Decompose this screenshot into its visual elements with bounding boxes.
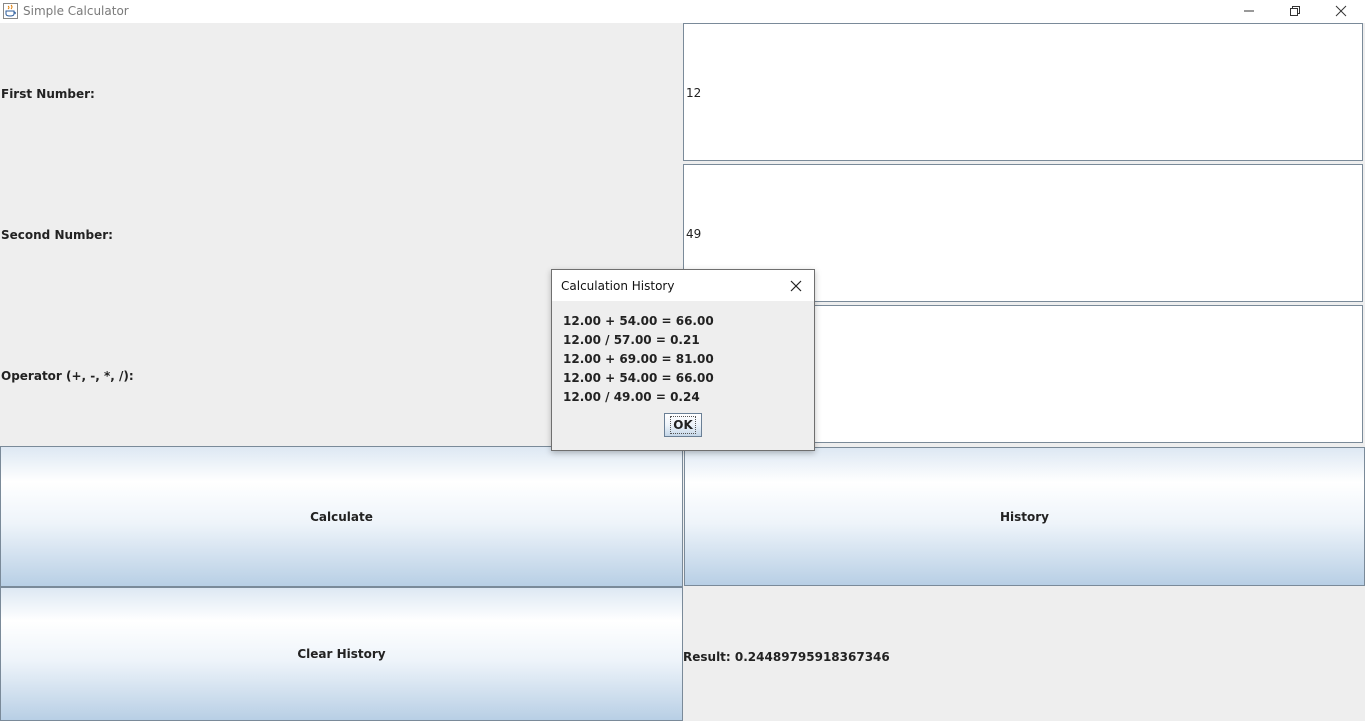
second-number-label: Second Number:: [1, 228, 113, 242]
history-entry: 12.00 / 57.00 = 0.21: [563, 333, 700, 347]
minimize-button[interactable]: [1226, 0, 1272, 23]
dialog-close-button[interactable]: [788, 278, 804, 294]
close-icon: [1335, 2, 1347, 21]
restore-icon: [1289, 2, 1301, 21]
history-list: 12.00 + 54.00 = 66.00 12.00 / 57.00 = 0.…: [563, 312, 714, 407]
ok-button-label: OK: [670, 416, 696, 434]
java-cup-icon: [3, 3, 18, 19]
clear-history-button[interactable]: Clear History: [0, 587, 683, 721]
calculate-button[interactable]: Calculate: [0, 446, 683, 587]
ok-button[interactable]: OK: [664, 413, 702, 437]
history-entry: 12.00 + 54.00 = 66.00: [563, 314, 714, 328]
dialog-title-bar: Calculation History: [552, 270, 814, 301]
history-entry: 12.00 / 49.00 = 0.24: [563, 390, 700, 404]
restore-button[interactable]: [1272, 0, 1318, 23]
history-entry: 12.00 + 54.00 = 66.00: [563, 371, 714, 385]
second-number-value: 49: [686, 227, 702, 241]
first-number-value: 12: [686, 86, 702, 100]
calculator-window: Simple Calculator First Number: 12 Secon…: [0, 0, 1365, 721]
first-number-field[interactable]: 12: [683, 23, 1363, 161]
minimize-icon: [1243, 2, 1255, 21]
dialog-title: Calculation History: [561, 279, 675, 293]
operator-label: Operator (+, -, *, /):: [1, 369, 134, 383]
close-button[interactable]: [1318, 0, 1364, 23]
title-bar: Simple Calculator: [0, 0, 1365, 23]
history-button[interactable]: History: [684, 447, 1365, 586]
result-label: Result: 0.24489795918367346: [683, 650, 890, 664]
history-entry: 12.00 + 69.00 = 81.00: [563, 352, 714, 366]
first-number-label: First Number:: [1, 87, 95, 101]
close-icon: [790, 280, 802, 292]
history-dialog: Calculation History 12.00 + 54.00 = 66.0…: [551, 269, 815, 451]
window-title: Simple Calculator: [23, 4, 129, 18]
